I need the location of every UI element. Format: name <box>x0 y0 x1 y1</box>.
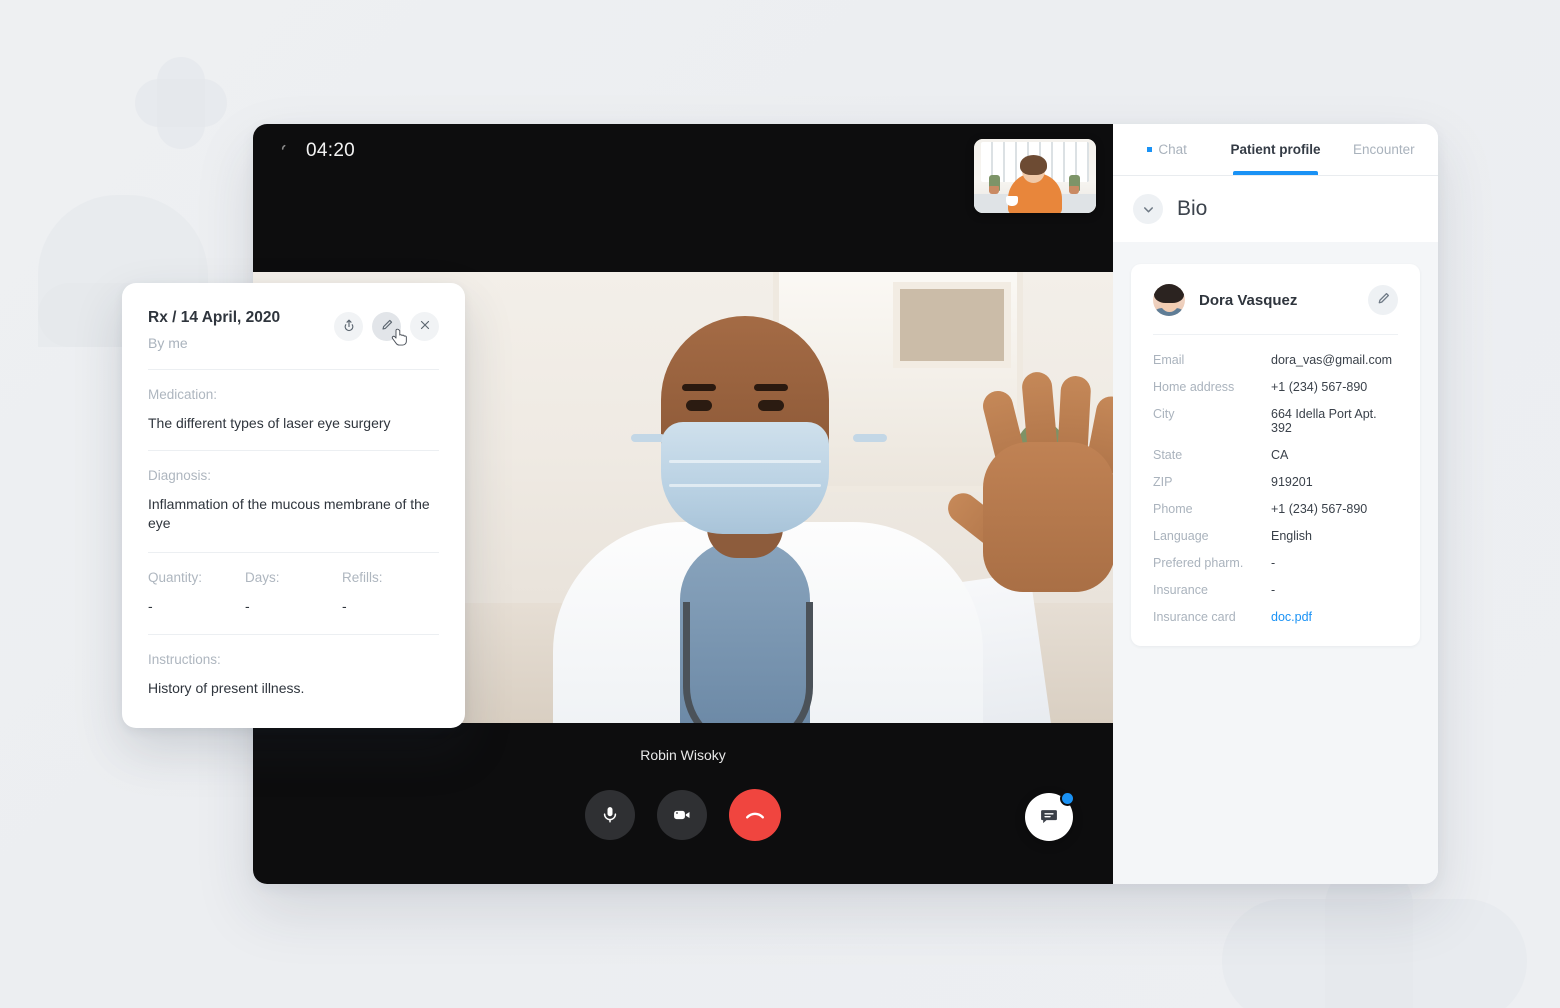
instructions-value: History of present illness. <box>148 680 305 697</box>
patient-field-value: +1 (234) 567-890 <box>1271 380 1368 394</box>
medication-value: The different types of laser eye surgery <box>148 415 391 431</box>
diagnosis-value: Inflammation of the mucous membrane of t… <box>148 496 430 531</box>
call-timer-value: 04:20 <box>306 140 356 161</box>
prescription-header: Rx / 14 April, 2020 By me <box>148 309 439 351</box>
instructions-label: Instructions: <box>148 652 221 668</box>
patient-field-label: State <box>1153 448 1183 462</box>
patient-field-row: Phome +1 (234) 567-890 <box>1153 502 1398 516</box>
patient-field-row: Language English <box>1153 529 1398 543</box>
end-call-button[interactable] <box>729 789 781 841</box>
medication-block: Medication: The different types of laser… <box>148 370 439 432</box>
patient-field-label: Insurance card <box>1153 610 1236 624</box>
pencil-icon <box>380 318 394 335</box>
share-button[interactable] <box>334 312 363 341</box>
quantity-label: Quantity: <box>148 570 203 586</box>
edit-profile-button[interactable] <box>1368 285 1398 315</box>
chat-unread-badge <box>1060 791 1075 806</box>
microphone-button[interactable] <box>585 790 635 840</box>
patient-field-value: English <box>1271 529 1312 543</box>
refills-value: - <box>342 598 347 615</box>
profile-header: Dora Vasquez <box>1153 284 1398 335</box>
days-column: Days: - <box>245 570 342 614</box>
prescription-author: By me <box>148 335 188 351</box>
prescription-card: Rx / 14 April, 2020 By me Medication: Th… <box>122 283 465 728</box>
chevron-down-icon[interactable] <box>1133 194 1163 224</box>
camera-button[interactable] <box>657 790 707 840</box>
patient-field-value: 919201 <box>1271 475 1313 489</box>
close-icon <box>418 318 432 335</box>
patient-field-label: Prefered pharm. <box>1153 556 1244 570</box>
patient-field-value: CA <box>1271 448 1289 462</box>
patient-field-list: Email dora_vas@gmail.com Home address +1 (2… <box>1153 335 1398 624</box>
phone-icon <box>280 143 296 159</box>
edit-button[interactable] <box>372 312 401 341</box>
patient-field-row: Email dora_vas@gmail.com <box>1153 353 1398 367</box>
prescription-title: Rx / 14 April, 2020 <box>148 309 281 326</box>
diagnosis-block: Diagnosis: Inflammation of the mucous me… <box>148 451 439 532</box>
days-label: Days: <box>245 570 280 586</box>
quantity-days-refills-row: Quantity: - Days: - Refills: - <box>148 553 439 614</box>
patient-field-label: Email <box>1153 353 1185 367</box>
patient-field-label: Phome <box>1153 502 1193 516</box>
patient-field-row: Insurance card doc.pdf <box>1153 610 1398 624</box>
refills-label: Refills: <box>342 570 383 586</box>
patient-field-label: Home address <box>1153 380 1235 394</box>
microphone-icon <box>600 805 620 825</box>
bio-section-header[interactable]: Bio <box>1113 176 1438 242</box>
patient-field-value: dora_vas@gmail.com <box>1271 353 1393 367</box>
patient-field-row: State CA <box>1153 448 1398 462</box>
avatar <box>1153 284 1185 316</box>
patient-field-row: ZIP 919201 <box>1153 475 1398 489</box>
tab-patient-profile-label: Patient profile <box>1230 142 1321 157</box>
patient-field-value: - <box>1271 556 1276 570</box>
patient-field-value: +1 (234) 567-890 <box>1271 502 1368 516</box>
patient-sidebar: Chat Patient profile Encounter Bio Dora … <box>1113 124 1438 884</box>
patient-field-row: Home address +1 (234) 567-890 <box>1153 380 1398 394</box>
chat-bubble-icon <box>1039 806 1059 829</box>
video-camera-icon <box>672 805 692 825</box>
patient-profile-card: Dora Vasquez Email dora_vas@gmail.com Home… <box>1131 264 1420 646</box>
patient-field-value: - <box>1271 583 1276 597</box>
app-root: 04:20 Robin Wisoky Chat Patient profile … <box>0 0 1560 1008</box>
patient-field-row: Prefered pharm. - <box>1153 556 1398 570</box>
pencil-icon <box>1376 291 1391 309</box>
quantity-value: - <box>148 598 153 615</box>
hang-up-icon <box>744 804 766 826</box>
patient-field-label: Language <box>1153 529 1209 543</box>
chat-unread-dot <box>1147 147 1153 152</box>
tab-chat[interactable]: Chat <box>1113 124 1221 175</box>
decorative-cross-top-left <box>157 57 205 149</box>
bio-section-title: Bio <box>1177 197 1208 220</box>
call-timer: 04:20 <box>280 140 355 162</box>
tab-encounter-label: Encounter <box>1353 142 1415 157</box>
instructions-block: Instructions: History of present illness… <box>148 635 439 697</box>
patient-field-value: 664 Idella Port Apt. 392 <box>1271 407 1377 435</box>
tab-patient-profile[interactable]: Patient profile <box>1221 124 1329 175</box>
medication-label: Medication: <box>148 387 218 402</box>
decorative-cross-bottom-right <box>1222 899 1527 1008</box>
patient-field-label: Insurance <box>1153 583 1208 597</box>
sidebar-tabs: Chat Patient profile Encounter <box>1113 124 1438 176</box>
patient-name: Dora Vasquez <box>1199 291 1298 309</box>
prescription-actions <box>334 309 439 346</box>
close-button[interactable] <box>410 312 439 341</box>
refills-column: Refills: - <box>342 570 439 614</box>
decorative-cross-top-left <box>135 79 227 127</box>
patient-field-label: City <box>1153 407 1175 421</box>
call-control-bar <box>253 746 1113 884</box>
patient-field-row: Insurance - <box>1153 583 1398 597</box>
tab-chat-label: Chat <box>1158 142 1187 157</box>
chat-toggle-button[interactable] <box>1025 791 1075 841</box>
patient-field-label: ZIP <box>1153 475 1173 489</box>
tab-encounter[interactable]: Encounter <box>1330 124 1438 175</box>
patient-field-row: City 664 Idella Port Apt. 392 <box>1153 407 1398 435</box>
quantity-column: Quantity: - <box>148 570 245 614</box>
share-icon <box>342 318 356 335</box>
self-view-thumbnail[interactable] <box>974 139 1096 213</box>
diagnosis-label: Diagnosis: <box>148 468 212 484</box>
days-value: - <box>245 598 250 615</box>
patient-field-link[interactable]: doc.pdf <box>1271 610 1312 624</box>
